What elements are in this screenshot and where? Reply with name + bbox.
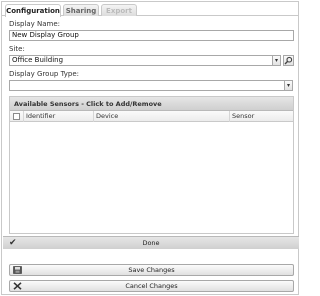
cancel-changes-button[interactable]: Cancel Changes bbox=[9, 280, 294, 292]
grid-header-row: Identifier Device Sensor bbox=[10, 111, 293, 122]
done-label: Done bbox=[142, 239, 160, 247]
done-bar[interactable]: ✔ Done bbox=[3, 236, 299, 249]
display-name-input[interactable]: New Display Group bbox=[9, 30, 294, 41]
available-sensors-grid: Available Sensors - Click to Add/Remove … bbox=[9, 96, 294, 234]
group-type-select[interactable] bbox=[9, 80, 285, 91]
save-changes-label: Save Changes bbox=[128, 266, 175, 274]
grid-body bbox=[10, 122, 293, 233]
tab-sharing[interactable]: Sharing bbox=[63, 4, 99, 16]
display-name-label: Display Name: bbox=[9, 20, 61, 28]
site-select[interactable]: Office Building bbox=[9, 55, 274, 66]
column-device[interactable]: Device bbox=[94, 111, 230, 122]
search-icon bbox=[284, 56, 293, 65]
select-all-column bbox=[10, 111, 24, 122]
group-type-label: Display Group Type: bbox=[9, 70, 79, 78]
configuration-panel: Configuration Sharing Export Display Nam… bbox=[1, 1, 299, 295]
site-search-button[interactable] bbox=[283, 55, 294, 66]
grid-title: Available Sensors - Click to Add/Remove bbox=[10, 97, 293, 111]
cancel-changes-label: Cancel Changes bbox=[125, 282, 178, 290]
tab-configuration[interactable]: Configuration bbox=[5, 4, 61, 17]
tab-bar: Configuration Sharing Export bbox=[2, 2, 298, 17]
select-all-checkbox[interactable] bbox=[13, 113, 20, 120]
site-dropdown-arrow[interactable]: ▾ bbox=[272, 55, 281, 66]
column-identifier[interactable]: Identifier bbox=[24, 111, 94, 122]
group-type-dropdown-arrow[interactable]: ▾ bbox=[284, 80, 293, 91]
column-sensor[interactable]: Sensor bbox=[230, 111, 293, 122]
tab-export: Export bbox=[101, 4, 137, 16]
site-label: Site: bbox=[9, 45, 25, 53]
save-changes-button[interactable]: Save Changes bbox=[9, 264, 294, 276]
